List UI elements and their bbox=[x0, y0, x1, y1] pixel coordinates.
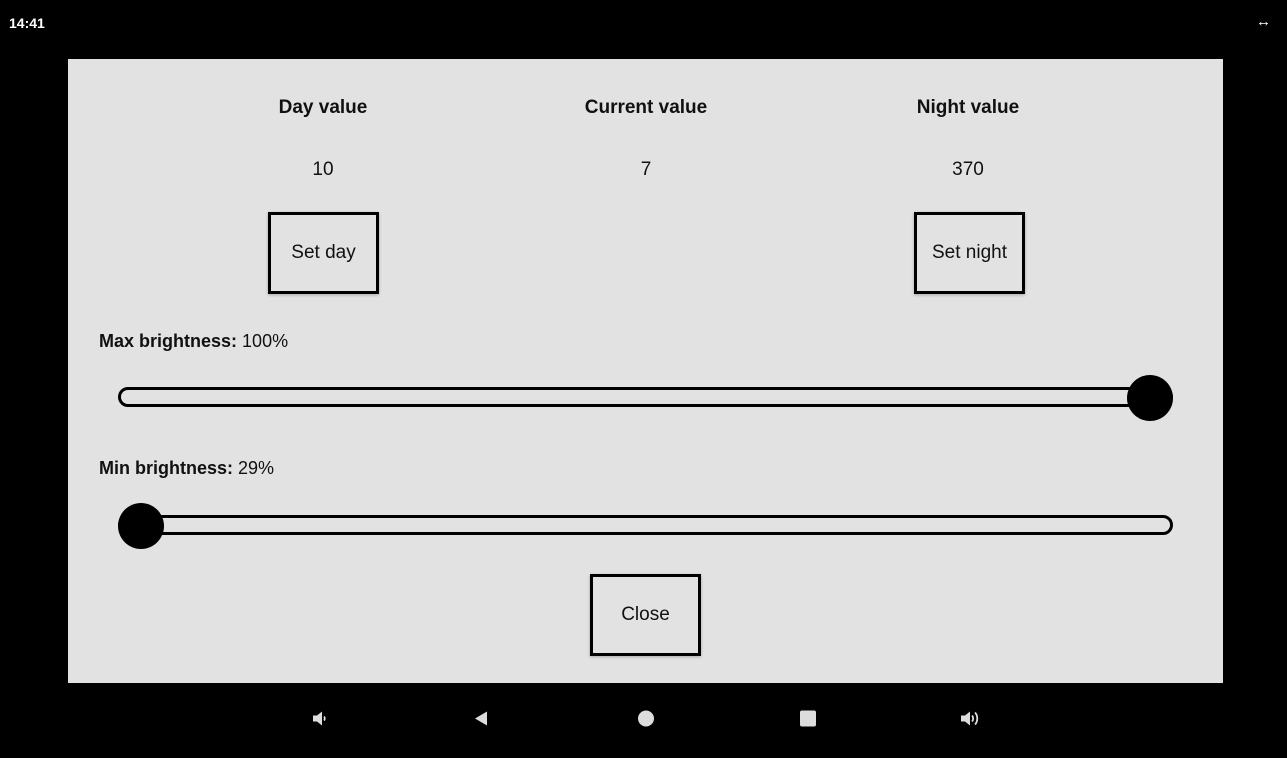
max-brightness-label-row: Max brightness: 100% bbox=[99, 331, 288, 352]
min-brightness-slider[interactable] bbox=[118, 503, 1173, 549]
status-time: 14:41 bbox=[9, 15, 45, 31]
max-brightness-value: 100% bbox=[242, 331, 289, 351]
min-brightness-label-row: Min brightness: 29% bbox=[99, 458, 274, 479]
max-brightness-label: Max brightness: bbox=[99, 331, 238, 351]
min-brightness-track[interactable] bbox=[118, 515, 1173, 535]
status-bar: 14:41 ↔ bbox=[0, 0, 1287, 42]
brightness-dialog: Day value Current value Night value 10 7… bbox=[68, 59, 1223, 683]
night-value-heading: Night value bbox=[916, 97, 1020, 118]
set-day-button[interactable]: Set day bbox=[268, 212, 379, 294]
close-button[interactable]: Close bbox=[590, 574, 701, 656]
max-brightness-track[interactable] bbox=[118, 387, 1173, 407]
navigation-bar bbox=[0, 683, 1287, 758]
recents-icon[interactable] bbox=[799, 710, 817, 733]
home-icon[interactable] bbox=[637, 710, 655, 733]
max-brightness-slider[interactable] bbox=[118, 375, 1173, 421]
min-brightness-label: Min brightness: bbox=[99, 458, 233, 478]
day-value: 10 bbox=[312, 159, 334, 180]
min-brightness-value: 29% bbox=[238, 458, 275, 478]
current-value: 7 bbox=[640, 159, 652, 180]
volume-down-icon[interactable] bbox=[311, 710, 329, 733]
day-value-heading: Day value bbox=[278, 97, 368, 118]
max-brightness-thumb[interactable] bbox=[1127, 375, 1173, 421]
current-value-heading: Current value bbox=[584, 97, 708, 118]
set-night-button[interactable]: Set night bbox=[914, 212, 1025, 294]
rotate-arrows-icon: ↔ bbox=[1256, 13, 1271, 30]
night-value: 370 bbox=[952, 159, 984, 180]
min-brightness-thumb[interactable] bbox=[118, 503, 164, 549]
back-icon[interactable] bbox=[472, 710, 490, 733]
volume-up-icon[interactable] bbox=[959, 710, 981, 733]
